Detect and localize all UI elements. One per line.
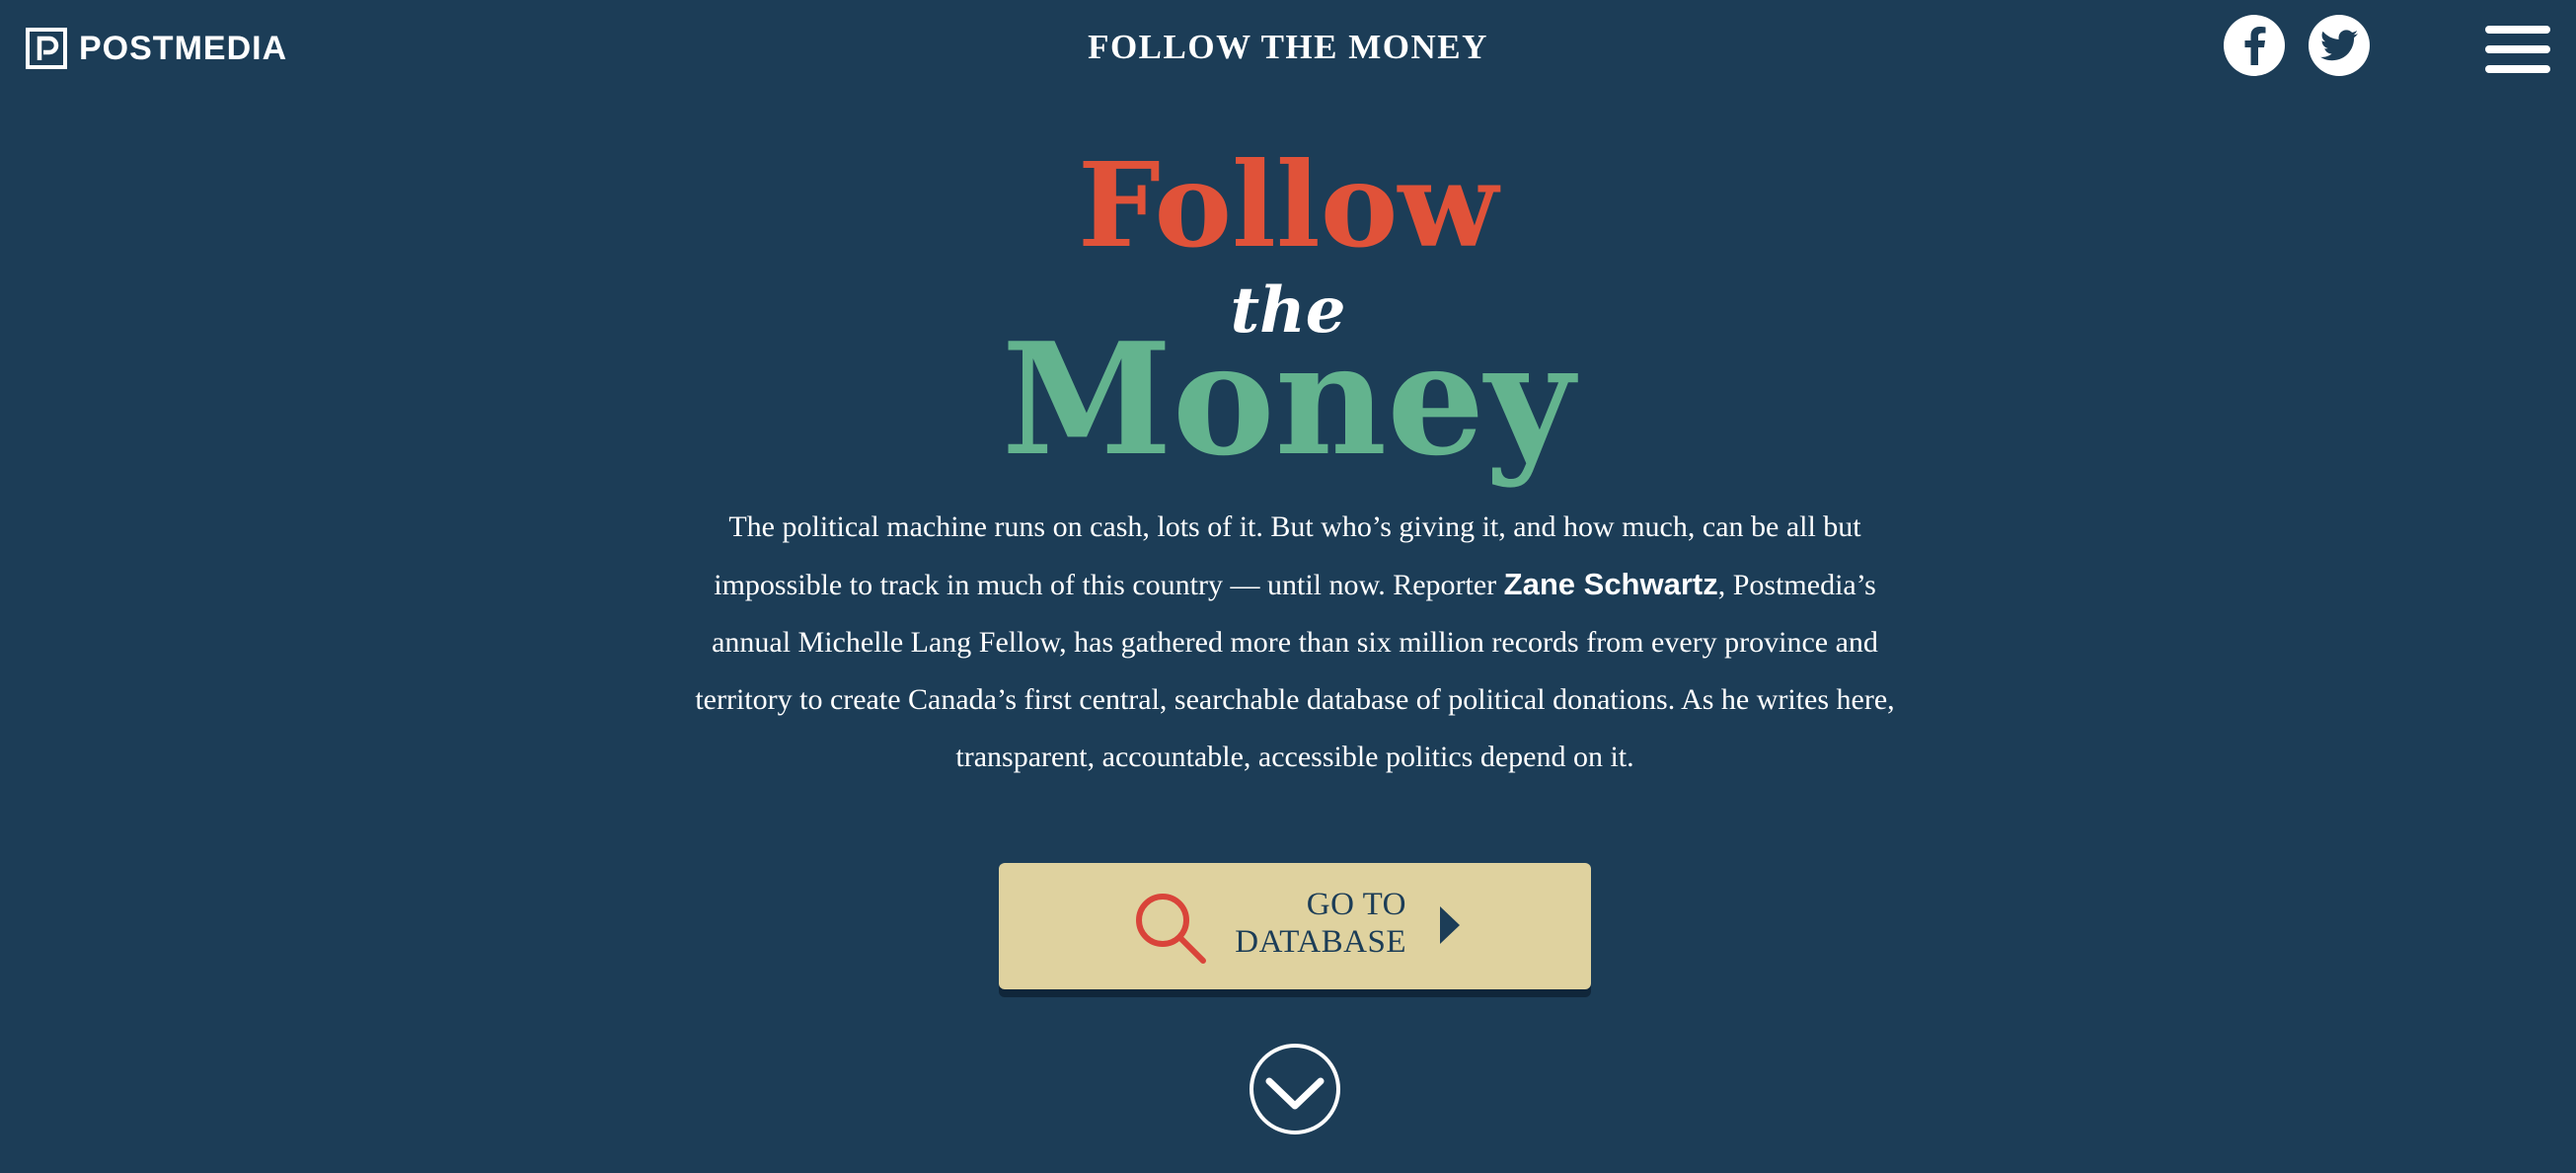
- cta-label-line1: GO TO: [1306, 887, 1406, 922]
- hamburger-menu-icon[interactable]: [2485, 26, 2550, 73]
- cta-label-line2: DATABASE: [1235, 924, 1406, 960]
- hero-title-follow: Follow: [1078, 136, 1498, 274]
- facebook-icon: [2244, 27, 2266, 65]
- caret-right-icon: [1440, 906, 1460, 944]
- go-to-database-label: GO TO DATABASE: [1235, 886, 1406, 961]
- menu-bar: [2485, 45, 2550, 53]
- twitter-share-button[interactable]: [2309, 15, 2370, 76]
- menu-bar: [2485, 26, 2550, 34]
- hero-title-money: Money: [1001, 309, 1575, 490]
- site-title[interactable]: FOLLOW THE MONEY: [0, 28, 2576, 67]
- twitter-icon: [2320, 30, 2358, 61]
- intro-paragraph: The political machine runs on cash, lots…: [689, 499, 1901, 786]
- menu-bar: [2485, 65, 2550, 73]
- scroll-down-chevron-icon[interactable]: [1249, 1043, 1341, 1135]
- search-icon: [1136, 894, 1206, 964]
- reporter-name: Zane Schwartz: [1503, 567, 1718, 601]
- top-bar: POSTMEDIA FOLLOW THE MONEY: [0, 0, 2576, 99]
- facebook-share-button[interactable]: [2224, 15, 2285, 76]
- go-to-database-button[interactable]: GO TO DATABASE: [999, 863, 1591, 989]
